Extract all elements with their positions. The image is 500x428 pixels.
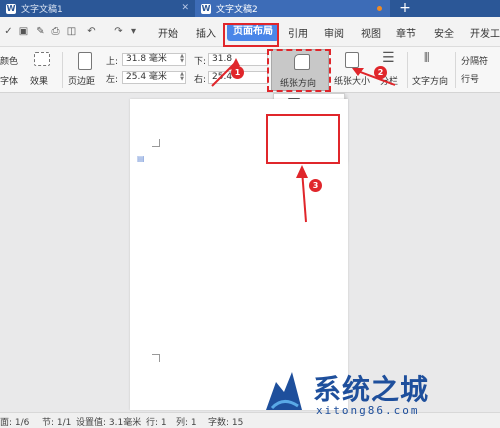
document-tab-title: 文字文稿1 xyxy=(21,5,63,15)
margin-left-input[interactable]: 25.4 毫米 ▲ ▼ xyxy=(122,71,186,84)
annotation-badge-2: 2 xyxy=(374,66,387,79)
watermark-logo-icon xyxy=(266,372,302,410)
document-page[interactable]: ▤ xyxy=(130,99,348,410)
menu-security[interactable]: 安全 xyxy=(434,25,454,40)
margin-right-value: 25.4 xyxy=(212,72,233,82)
document-tab-2[interactable]: W 文字文稿2 xyxy=(195,0,390,17)
font-button[interactable]: 字体 xyxy=(0,74,18,87)
separator xyxy=(407,52,408,88)
menu-developer[interactable]: 开发工 xyxy=(470,25,500,40)
ribbon: 颜色 字体 效果 页边距 上: 31.8 毫米 ▲ ▼ 左: 25.4 毫米 ▲ ▼… xyxy=(0,47,500,93)
paper-orientation-button[interactable]: 纸张方向 xyxy=(271,49,329,91)
status-row: 行: 1 xyxy=(146,418,167,428)
document-tab-1[interactable]: W 文字文稿1 ✕ xyxy=(0,0,195,17)
watermark-url: xitong86.com xyxy=(316,404,420,417)
paper-size-icon[interactable] xyxy=(345,52,359,68)
margin-bottom-value: 31.8 xyxy=(212,54,233,64)
dropdown-icon[interactable]: ▾ xyxy=(128,26,139,37)
status-col: 列: 1 xyxy=(176,418,197,428)
margin-top-input[interactable]: 31.8 毫米 ▲ ▼ xyxy=(122,53,186,66)
document-tab-title: 文字文稿2 xyxy=(216,5,258,15)
line-number-button[interactable]: 行号 xyxy=(461,72,479,85)
paper-size-button[interactable]: 纸张大小 xyxy=(334,74,370,87)
color-button[interactable]: 颜色 xyxy=(0,54,18,67)
pen-icon[interactable]: ✎ xyxy=(35,26,46,37)
margin-top-label: 上: xyxy=(106,57,119,67)
redo-icon[interactable]: ↷ xyxy=(113,26,124,37)
menu-bar: ✓ ▣ ✎ ⎙ ◫ ↶ ↷ ▾ 开始 插入 页面布局 引用 审阅 视图 章节 安… xyxy=(0,17,500,47)
margin-bottom-label: 下: xyxy=(194,57,207,67)
margin-bottom-input[interactable]: 31.8 xyxy=(208,53,268,66)
margin-left-value: 25.4 毫米 xyxy=(126,72,167,82)
watermark-title: 系统之城 xyxy=(313,373,430,406)
close-icon[interactable]: ✕ xyxy=(181,3,189,13)
menu-page-layout[interactable]: 页面布局 xyxy=(227,23,279,41)
effect-icon[interactable] xyxy=(34,52,50,66)
status-setting: 设置值: 3.1毫米 xyxy=(76,418,142,428)
margins-icon[interactable] xyxy=(78,52,92,70)
status-bar: 面: 1/6 节: 1/1 设置值: 3.1毫米 行: 1 列: 1 字数: 1… xyxy=(0,412,500,428)
orientation-icon xyxy=(294,54,310,70)
menu-review[interactable]: 审阅 xyxy=(324,25,344,40)
margin-left-label: 左: xyxy=(106,75,119,85)
menu-chapter[interactable]: 章节 xyxy=(396,25,416,40)
status-page[interactable]: 面: 1/6 xyxy=(0,415,29,428)
unsaved-indicator xyxy=(377,6,382,11)
break-button[interactable]: 分隔符 xyxy=(461,54,488,67)
wps-writer-icon: W xyxy=(201,3,211,14)
spinner-arrows-icon[interactable]: ▲ ▼ xyxy=(180,54,184,64)
wps-writer-icon: W xyxy=(6,3,16,14)
text-direction-icon[interactable]: ⫴ xyxy=(424,51,429,66)
margin-corner-mark xyxy=(152,139,160,147)
paragraph-icon: ▤ xyxy=(137,154,145,163)
separator xyxy=(62,52,63,88)
columns-icon[interactable]: ☰ xyxy=(382,50,395,66)
save-icon[interactable]: ▣ xyxy=(18,26,29,37)
margins-button[interactable]: 页边距 xyxy=(68,74,95,87)
effect-button[interactable]: 效果 xyxy=(30,74,48,87)
undo-icon[interactable]: ↶ xyxy=(86,26,97,37)
spinner-arrows-icon[interactable]: ▲ ▼ xyxy=(180,72,184,82)
status-section: 节: 1/1 xyxy=(42,418,72,428)
menu-references[interactable]: 引用 xyxy=(288,25,308,40)
margin-corner-mark xyxy=(152,354,160,362)
chevron-icon[interactable]: ✓ xyxy=(3,26,14,37)
menu-view[interactable]: 视图 xyxy=(361,25,381,40)
print-icon[interactable]: ⎙ xyxy=(50,26,61,37)
text-direction-button[interactable]: 文字方向 xyxy=(412,74,448,87)
margin-right-label: 右: xyxy=(194,75,207,85)
annotation-badge-1: 1 xyxy=(231,66,244,79)
orientation-label: 纸张方向 xyxy=(280,79,317,89)
menu-home[interactable]: 开始 xyxy=(158,25,178,40)
menu-insert[interactable]: 插入 xyxy=(196,25,216,40)
tab-bar: W 文字文稿1 ✕ W 文字文稿2 + xyxy=(0,0,500,17)
separator xyxy=(455,52,456,88)
preview-icon[interactable]: ◫ xyxy=(66,26,77,37)
annotation-badge-3: 3 xyxy=(309,179,322,192)
new-tab-button[interactable]: + xyxy=(394,0,416,17)
margin-top-value: 31.8 毫米 xyxy=(126,54,167,64)
status-words[interactable]: 字数: 15 xyxy=(208,415,243,428)
